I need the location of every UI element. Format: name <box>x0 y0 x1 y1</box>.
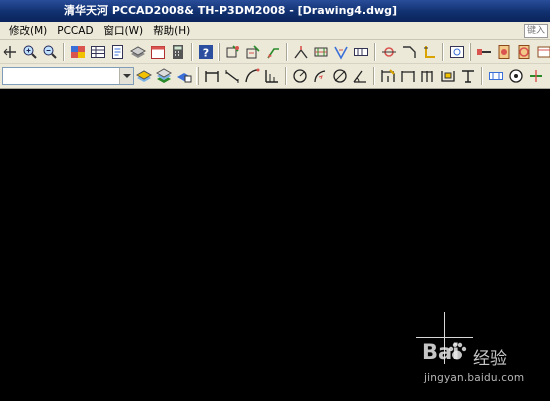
tolerance-icon[interactable] <box>381 44 397 60</box>
leader-icon[interactable] <box>265 44 281 60</box>
toolbar-separator <box>374 42 376 61</box>
arc-dim-icon[interactable] <box>244 68 260 84</box>
continue-dim-icon[interactable] <box>400 68 416 84</box>
angle-icon[interactable] <box>401 44 417 60</box>
baseline-dim-icon[interactable] <box>380 68 396 84</box>
center-mark-icon[interactable] <box>460 68 476 84</box>
gradient-icon[interactable] <box>70 44 86 60</box>
zoom-pan-icon[interactable] <box>2 44 18 60</box>
menu-help[interactable]: 帮助(H) <box>148 22 195 40</box>
dim-tag-icon[interactable] <box>245 44 261 60</box>
help-search-input[interactable]: 键入 <box>524 24 548 38</box>
help-icon[interactable]: ? <box>198 44 214 60</box>
dim-edit-icon[interactable] <box>488 68 504 84</box>
toolbar-separator <box>373 67 375 85</box>
watermark-url: jingyan.baidu.com <box>424 372 525 384</box>
layer-dimension-toolbar <box>0 64 550 89</box>
dim-grid-icon[interactable] <box>225 44 241 60</box>
diameter-dim-icon[interactable] <box>332 68 348 84</box>
document-icon[interactable] <box>110 44 126 60</box>
layer-props-icon[interactable] <box>176 68 192 84</box>
watermark-cn: 经验 <box>473 349 507 369</box>
jog-dim-icon[interactable] <box>312 68 328 84</box>
calendar-icon[interactable] <box>150 44 166 60</box>
angular-dim-icon[interactable] <box>352 68 368 84</box>
bearing-icon[interactable] <box>516 44 532 60</box>
layer-state-icon[interactable] <box>136 68 152 84</box>
chevron-down-icon[interactable] <box>119 68 133 84</box>
layer-dropdown[interactable] <box>2 67 134 85</box>
dim-update-icon[interactable] <box>528 68 544 84</box>
toolbar-separator <box>285 67 287 85</box>
toolbar-grip[interactable] <box>469 42 471 61</box>
toolbar-separator <box>286 42 288 61</box>
part-list-icon[interactable] <box>496 44 512 60</box>
paw-icon <box>448 342 467 360</box>
toolbar-separator <box>191 42 193 61</box>
corner-icon[interactable] <box>421 44 437 60</box>
zoom-in-icon[interactable] <box>22 44 38 60</box>
quick-dim-icon[interactable] <box>440 68 456 84</box>
toolbar-grip[interactable] <box>196 67 199 85</box>
svg-text:?: ? <box>203 46 209 59</box>
menu-pccad[interactable]: PCCAD <box>52 22 98 40</box>
zoom-out-icon[interactable] <box>42 44 58 60</box>
window-title-bar: 清华天河 PCCAD2008& TH-P3DM2008 - [Drawing4.… <box>0 0 550 22</box>
ordinate-dim-icon[interactable] <box>264 68 280 84</box>
toolbar-separator <box>481 67 483 85</box>
layer-stack-icon[interactable] <box>156 68 172 84</box>
window-title: 清华天河 PCCAD2008& TH-P3DM2008 - [Drawing4.… <box>64 4 398 17</box>
menu-bar: 修改(M) PCCAD 窗口(W) 帮助(H) <box>0 22 550 40</box>
leader-arrow-icon[interactable] <box>293 44 309 60</box>
stack-icon[interactable] <box>130 44 146 60</box>
aligned-dim-icon[interactable] <box>224 68 240 84</box>
symbol-datum-icon[interactable] <box>353 44 369 60</box>
menu-window[interactable]: 窗口(W) <box>99 22 149 40</box>
toolbar-separator <box>63 42 65 61</box>
linear-dim-icon[interactable] <box>204 68 220 84</box>
toolbar-grip[interactable] <box>218 42 220 61</box>
radius-dim-icon[interactable] <box>292 68 308 84</box>
image-icon[interactable] <box>449 44 465 60</box>
bolt-icon[interactable] <box>476 44 492 60</box>
symbol-check-icon[interactable] <box>333 44 349 60</box>
box-icon[interactable] <box>536 44 550 60</box>
calculator-icon[interactable] <box>170 44 186 60</box>
chain-dim-icon[interactable] <box>420 68 436 84</box>
standard-toolbar: ? <box>0 40 550 64</box>
menu-modify[interactable]: 修改(M) <box>4 22 52 40</box>
toolbar-separator <box>442 42 444 61</box>
table-icon[interactable] <box>90 44 106 60</box>
symbol-weld-icon[interactable] <box>313 44 329 60</box>
dim-text-icon[interactable] <box>508 68 524 84</box>
